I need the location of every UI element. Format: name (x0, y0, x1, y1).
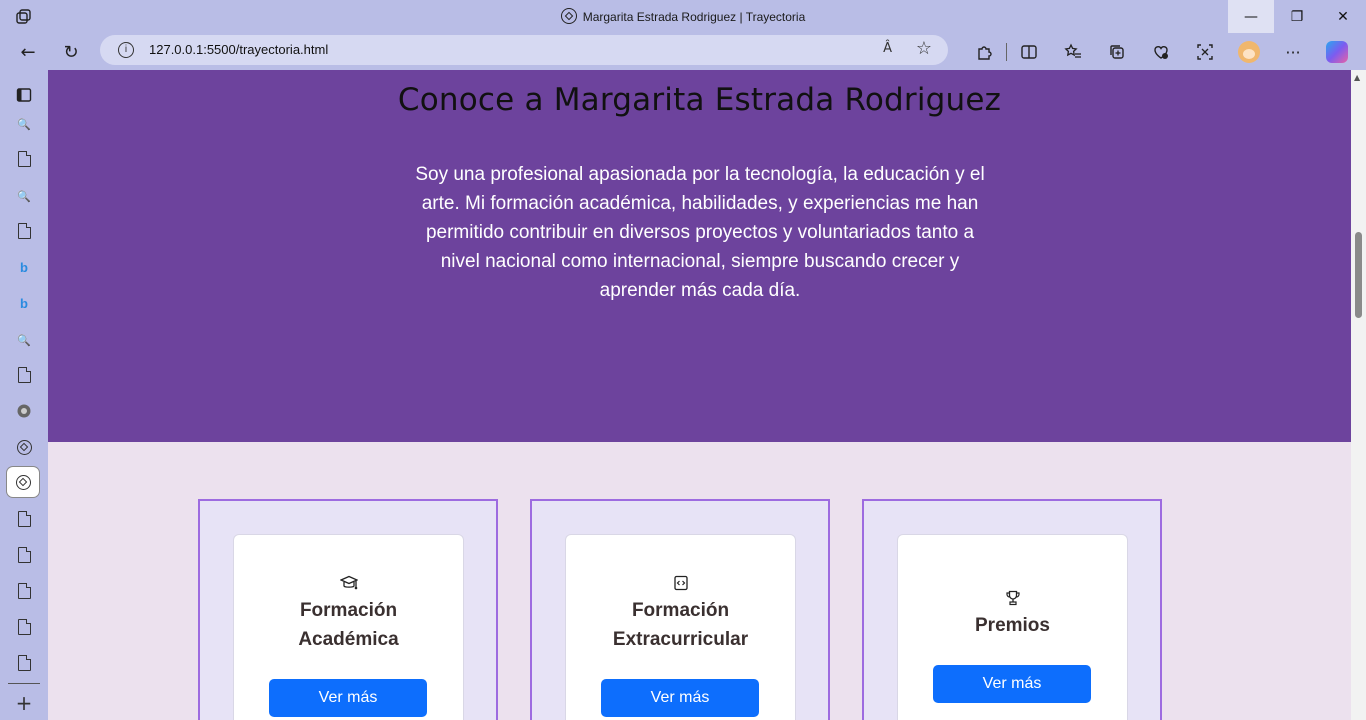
card-body: Formación Extracurricular Ver más (565, 534, 796, 720)
back-button[interactable]: ← (15, 39, 41, 65)
close-button[interactable]: ✕ (1320, 0, 1366, 33)
browser-toolbar: ← ↻ i 127.0.0.1:5500/trayectoria.html Â… (0, 33, 1366, 70)
copilot-logo (1326, 41, 1348, 63)
tab-document-4[interactable] (12, 507, 36, 531)
trophy-icon (898, 590, 1127, 610)
card-title: Formación Extracurricular (576, 596, 785, 654)
tab-search-3[interactable]: 🔍 (12, 328, 36, 352)
code-file-icon (566, 575, 795, 595)
profile-avatar[interactable] (1227, 39, 1271, 65)
tab-document-5[interactable] (12, 543, 36, 567)
card-title-line1: Premios (975, 615, 1050, 636)
tab-document-1[interactable] (12, 147, 36, 171)
extensions-icon[interactable] (962, 39, 1006, 65)
site-favicon-icon (15, 474, 31, 490)
tab-bing-2[interactable]: b (12, 291, 36, 315)
favorites-icon[interactable] (1051, 39, 1095, 65)
document-icon (17, 582, 31, 599)
browser-essentials-icon[interactable] (1139, 39, 1183, 65)
sidebar-divider (8, 683, 40, 684)
tab-site-active[interactable] (7, 467, 39, 497)
tab-actions-icon[interactable] (12, 83, 36, 107)
graduation-cap-icon (234, 575, 463, 595)
search-icon: 🔍 (17, 117, 31, 131)
emblem-icon (17, 404, 31, 418)
scroll-up-arrow-icon[interactable]: ▲ (1354, 73, 1360, 82)
window-title: Margarita Estrada Rodriguez | Trayectori… (0, 8, 1366, 24)
card-title: Formación Académica (244, 596, 453, 654)
page-viewport: Conoce a Margarita Estrada Rodriguez Soy… (48, 70, 1351, 720)
ver-mas-button[interactable]: Ver más (269, 679, 427, 717)
card-body: Formación Académica Ver más (233, 534, 464, 720)
more-menu-button[interactable]: ··· (1271, 39, 1315, 65)
document-icon (17, 510, 31, 527)
bing-icon: b (20, 295, 28, 311)
document-icon (17, 654, 31, 671)
tab-search-1[interactable]: 🔍 (12, 112, 36, 136)
ver-mas-button[interactable]: Ver más (933, 665, 1091, 703)
document-icon (17, 222, 31, 239)
split-screen-icon[interactable] (1007, 39, 1051, 65)
tab-search-2[interactable]: 🔍 (12, 184, 36, 208)
site-info-icon[interactable]: i (118, 42, 134, 58)
card-title: Premios (908, 611, 1117, 640)
card-formacion-academica: Formación Académica Ver más (198, 499, 498, 720)
url-text[interactable]: 127.0.0.1:5500/trayectoria.html (149, 42, 328, 57)
minimize-button[interactable]: — (1228, 0, 1274, 33)
intro-paragraph: Soy una profesional apasionada por la te… (415, 164, 985, 301)
tab-emblem[interactable] (12, 399, 36, 423)
tab-document-7[interactable] (12, 615, 36, 639)
read-aloud-icon[interactable]: Â (883, 41, 892, 56)
tab-document-8[interactable] (12, 651, 36, 675)
favorite-star-icon[interactable]: ☆ (916, 38, 932, 59)
card-premios: Premios Ver más (862, 499, 1162, 720)
page-title: Conoce a Margarita Estrada Rodriguez (397, 82, 1002, 118)
search-icon: 🔍 (17, 333, 31, 347)
hero-section: Conoce a Margarita Estrada Rodriguez Soy… (48, 70, 1351, 442)
toolbar-tools: ··· (962, 39, 1359, 65)
copilot-icon[interactable] (1315, 39, 1359, 65)
tab-document-6[interactable] (12, 579, 36, 603)
restore-button[interactable]: ❐ (1274, 0, 1320, 33)
document-icon (17, 546, 31, 563)
tab-document-2[interactable] (12, 219, 36, 243)
site-favicon-icon (560, 8, 577, 24)
card-body: Premios Ver más (897, 534, 1128, 720)
collections-icon[interactable] (1095, 39, 1139, 65)
avatar (1238, 41, 1260, 63)
card-title-line2: Extracurricular (612, 629, 749, 650)
document-icon (17, 150, 31, 167)
new-tab-button[interactable]: + (12, 691, 36, 715)
site-favicon-icon (16, 439, 32, 455)
window-controls: — ❐ ✕ (1228, 0, 1366, 33)
tab-site-1[interactable] (12, 435, 36, 459)
page-scrollbar[interactable]: ▲ (1351, 70, 1366, 720)
document-icon (17, 618, 31, 635)
document-icon (17, 366, 31, 383)
tab-bing-1[interactable]: b (12, 255, 36, 279)
window-title-text: Margarita Estrada Rodriguez | Trayectori… (582, 10, 806, 24)
card-formacion-extracurricular: Formación Extracurricular Ver más (530, 499, 830, 720)
card-title-line1: Formación (631, 600, 730, 621)
tab-document-3[interactable] (12, 363, 36, 387)
scrollbar-thumb[interactable] (1355, 232, 1362, 318)
refresh-button[interactable]: ↻ (58, 39, 84, 65)
bing-icon: b (20, 259, 28, 275)
address-bar[interactable]: i 127.0.0.1:5500/trayectoria.html Â ☆ (100, 35, 948, 65)
card-title-line2: Académica (298, 629, 399, 650)
card-title-line1: Formación (299, 600, 398, 621)
search-icon: 🔍 (17, 189, 31, 203)
title-bar: Margarita Estrada Rodriguez | Trayectori… (0, 0, 1366, 33)
screenshot-icon[interactable] (1183, 39, 1227, 65)
ver-mas-button[interactable]: Ver más (601, 679, 759, 717)
vertical-tabs-sidebar: 🔍 🔍 b b 🔍 + (0, 70, 48, 720)
